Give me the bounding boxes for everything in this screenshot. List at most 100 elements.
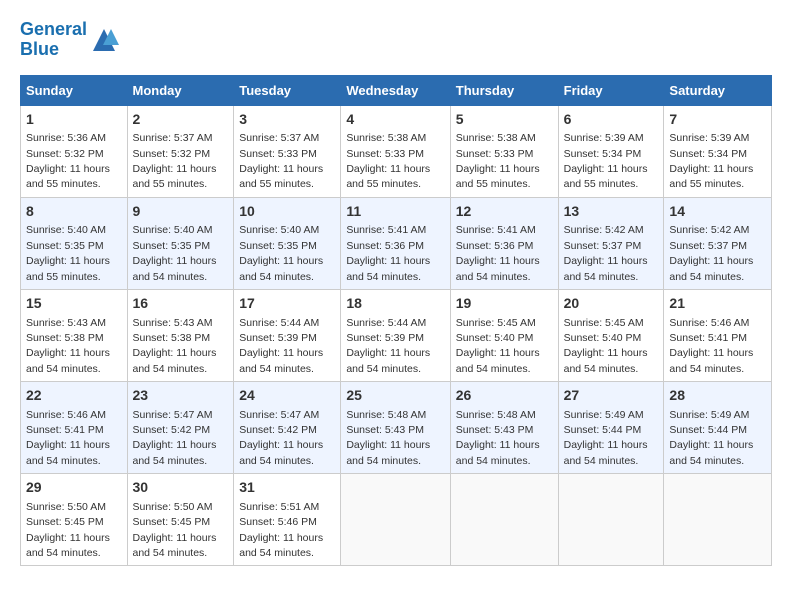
header-cell-monday: Monday: [127, 75, 234, 105]
day-info: Sunrise: 5:48 AMSunset: 5:43 PMDaylight:…: [456, 409, 540, 467]
header-row: SundayMondayTuesdayWednesdayThursdayFrid…: [21, 75, 772, 105]
logo: General Blue: [20, 20, 119, 60]
week-row: 8 Sunrise: 5:40 AMSunset: 5:35 PMDayligh…: [21, 197, 772, 289]
day-cell: 18 Sunrise: 5:44 AMSunset: 5:39 PMDaylig…: [341, 289, 450, 381]
day-number: 17: [239, 294, 335, 314]
day-cell: 16 Sunrise: 5:43 AMSunset: 5:38 PMDaylig…: [127, 289, 234, 381]
day-number: 7: [669, 110, 766, 130]
day-info: Sunrise: 5:50 AMSunset: 5:45 PMDaylight:…: [26, 501, 110, 559]
day-cell: 26 Sunrise: 5:48 AMSunset: 5:43 PMDaylig…: [450, 382, 558, 474]
day-info: Sunrise: 5:46 AMSunset: 5:41 PMDaylight:…: [26, 409, 110, 467]
day-info: Sunrise: 5:41 AMSunset: 5:36 PMDaylight:…: [346, 224, 430, 282]
day-cell: 15 Sunrise: 5:43 AMSunset: 5:38 PMDaylig…: [21, 289, 128, 381]
day-cell: 22 Sunrise: 5:46 AMSunset: 5:41 PMDaylig…: [21, 382, 128, 474]
day-cell: 23 Sunrise: 5:47 AMSunset: 5:42 PMDaylig…: [127, 382, 234, 474]
day-cell: 28 Sunrise: 5:49 AMSunset: 5:44 PMDaylig…: [664, 382, 772, 474]
day-number: 12: [456, 202, 553, 222]
day-cell: 14 Sunrise: 5:42 AMSunset: 5:37 PMDaylig…: [664, 197, 772, 289]
calendar-table: SundayMondayTuesdayWednesdayThursdayFrid…: [20, 75, 772, 567]
day-info: Sunrise: 5:36 AMSunset: 5:32 PMDaylight:…: [26, 132, 110, 190]
day-info: Sunrise: 5:49 AMSunset: 5:44 PMDaylight:…: [564, 409, 648, 467]
week-row: 1 Sunrise: 5:36 AMSunset: 5:32 PMDayligh…: [21, 105, 772, 197]
day-cell: 31 Sunrise: 5:51 AMSunset: 5:46 PMDaylig…: [234, 474, 341, 566]
day-cell: 6 Sunrise: 5:39 AMSunset: 5:34 PMDayligh…: [558, 105, 664, 197]
day-number: 20: [564, 294, 659, 314]
day-cell: 12 Sunrise: 5:41 AMSunset: 5:36 PMDaylig…: [450, 197, 558, 289]
day-number: 2: [133, 110, 229, 130]
day-info: Sunrise: 5:39 AMSunset: 5:34 PMDaylight:…: [564, 132, 648, 190]
day-info: Sunrise: 5:41 AMSunset: 5:36 PMDaylight:…: [456, 224, 540, 282]
day-number: 5: [456, 110, 553, 130]
day-info: Sunrise: 5:43 AMSunset: 5:38 PMDaylight:…: [26, 317, 110, 375]
header-cell-tuesday: Tuesday: [234, 75, 341, 105]
logo-text: General Blue: [20, 20, 87, 60]
day-info: Sunrise: 5:48 AMSunset: 5:43 PMDaylight:…: [346, 409, 430, 467]
day-info: Sunrise: 5:42 AMSunset: 5:37 PMDaylight:…: [564, 224, 648, 282]
day-info: Sunrise: 5:47 AMSunset: 5:42 PMDaylight:…: [239, 409, 323, 467]
day-number: 3: [239, 110, 335, 130]
day-info: Sunrise: 5:44 AMSunset: 5:39 PMDaylight:…: [346, 317, 430, 375]
day-number: 13: [564, 202, 659, 222]
day-info: Sunrise: 5:37 AMSunset: 5:32 PMDaylight:…: [133, 132, 217, 190]
day-cell: 30 Sunrise: 5:50 AMSunset: 5:45 PMDaylig…: [127, 474, 234, 566]
page-container: General Blue SundayMondayTuesdayWednesda…: [20, 20, 772, 566]
day-number: 1: [26, 110, 122, 130]
day-number: 26: [456, 386, 553, 406]
header-cell-friday: Friday: [558, 75, 664, 105]
day-info: Sunrise: 5:40 AMSunset: 5:35 PMDaylight:…: [133, 224, 217, 282]
day-cell: 24 Sunrise: 5:47 AMSunset: 5:42 PMDaylig…: [234, 382, 341, 474]
day-number: 29: [26, 478, 122, 498]
day-number: 21: [669, 294, 766, 314]
day-number: 30: [133, 478, 229, 498]
header-cell-sunday: Sunday: [21, 75, 128, 105]
day-cell: [450, 474, 558, 566]
week-row: 29 Sunrise: 5:50 AMSunset: 5:45 PMDaylig…: [21, 474, 772, 566]
day-info: Sunrise: 5:38 AMSunset: 5:33 PMDaylight:…: [346, 132, 430, 190]
day-info: Sunrise: 5:47 AMSunset: 5:42 PMDaylight:…: [133, 409, 217, 467]
day-cell: 7 Sunrise: 5:39 AMSunset: 5:34 PMDayligh…: [664, 105, 772, 197]
day-info: Sunrise: 5:38 AMSunset: 5:33 PMDaylight:…: [456, 132, 540, 190]
day-cell: 17 Sunrise: 5:44 AMSunset: 5:39 PMDaylig…: [234, 289, 341, 381]
day-cell: [558, 474, 664, 566]
day-number: 16: [133, 294, 229, 314]
day-number: 15: [26, 294, 122, 314]
day-cell: 2 Sunrise: 5:37 AMSunset: 5:32 PMDayligh…: [127, 105, 234, 197]
day-cell: 29 Sunrise: 5:50 AMSunset: 5:45 PMDaylig…: [21, 474, 128, 566]
day-cell: 5 Sunrise: 5:38 AMSunset: 5:33 PMDayligh…: [450, 105, 558, 197]
day-number: 24: [239, 386, 335, 406]
day-number: 27: [564, 386, 659, 406]
day-number: 23: [133, 386, 229, 406]
day-number: 22: [26, 386, 122, 406]
week-row: 22 Sunrise: 5:46 AMSunset: 5:41 PMDaylig…: [21, 382, 772, 474]
day-cell: 3 Sunrise: 5:37 AMSunset: 5:33 PMDayligh…: [234, 105, 341, 197]
day-info: Sunrise: 5:37 AMSunset: 5:33 PMDaylight:…: [239, 132, 323, 190]
day-info: Sunrise: 5:44 AMSunset: 5:39 PMDaylight:…: [239, 317, 323, 375]
day-cell: [341, 474, 450, 566]
day-cell: 13 Sunrise: 5:42 AMSunset: 5:37 PMDaylig…: [558, 197, 664, 289]
day-number: 31: [239, 478, 335, 498]
day-number: 25: [346, 386, 444, 406]
day-cell: 19 Sunrise: 5:45 AMSunset: 5:40 PMDaylig…: [450, 289, 558, 381]
day-cell: 11 Sunrise: 5:41 AMSunset: 5:36 PMDaylig…: [341, 197, 450, 289]
day-info: Sunrise: 5:40 AMSunset: 5:35 PMDaylight:…: [26, 224, 110, 282]
day-number: 14: [669, 202, 766, 222]
day-number: 28: [669, 386, 766, 406]
day-info: Sunrise: 5:42 AMSunset: 5:37 PMDaylight:…: [669, 224, 753, 282]
day-number: 19: [456, 294, 553, 314]
day-number: 11: [346, 202, 444, 222]
day-cell: 8 Sunrise: 5:40 AMSunset: 5:35 PMDayligh…: [21, 197, 128, 289]
day-cell: 9 Sunrise: 5:40 AMSunset: 5:35 PMDayligh…: [127, 197, 234, 289]
day-number: 9: [133, 202, 229, 222]
day-cell: 27 Sunrise: 5:49 AMSunset: 5:44 PMDaylig…: [558, 382, 664, 474]
day-info: Sunrise: 5:43 AMSunset: 5:38 PMDaylight:…: [133, 317, 217, 375]
header-cell-wednesday: Wednesday: [341, 75, 450, 105]
day-info: Sunrise: 5:45 AMSunset: 5:40 PMDaylight:…: [456, 317, 540, 375]
day-cell: 1 Sunrise: 5:36 AMSunset: 5:32 PMDayligh…: [21, 105, 128, 197]
day-cell: [664, 474, 772, 566]
day-number: 4: [346, 110, 444, 130]
day-info: Sunrise: 5:46 AMSunset: 5:41 PMDaylight:…: [669, 317, 753, 375]
day-cell: 10 Sunrise: 5:40 AMSunset: 5:35 PMDaylig…: [234, 197, 341, 289]
day-number: 18: [346, 294, 444, 314]
header-cell-thursday: Thursday: [450, 75, 558, 105]
day-info: Sunrise: 5:39 AMSunset: 5:34 PMDaylight:…: [669, 132, 753, 190]
